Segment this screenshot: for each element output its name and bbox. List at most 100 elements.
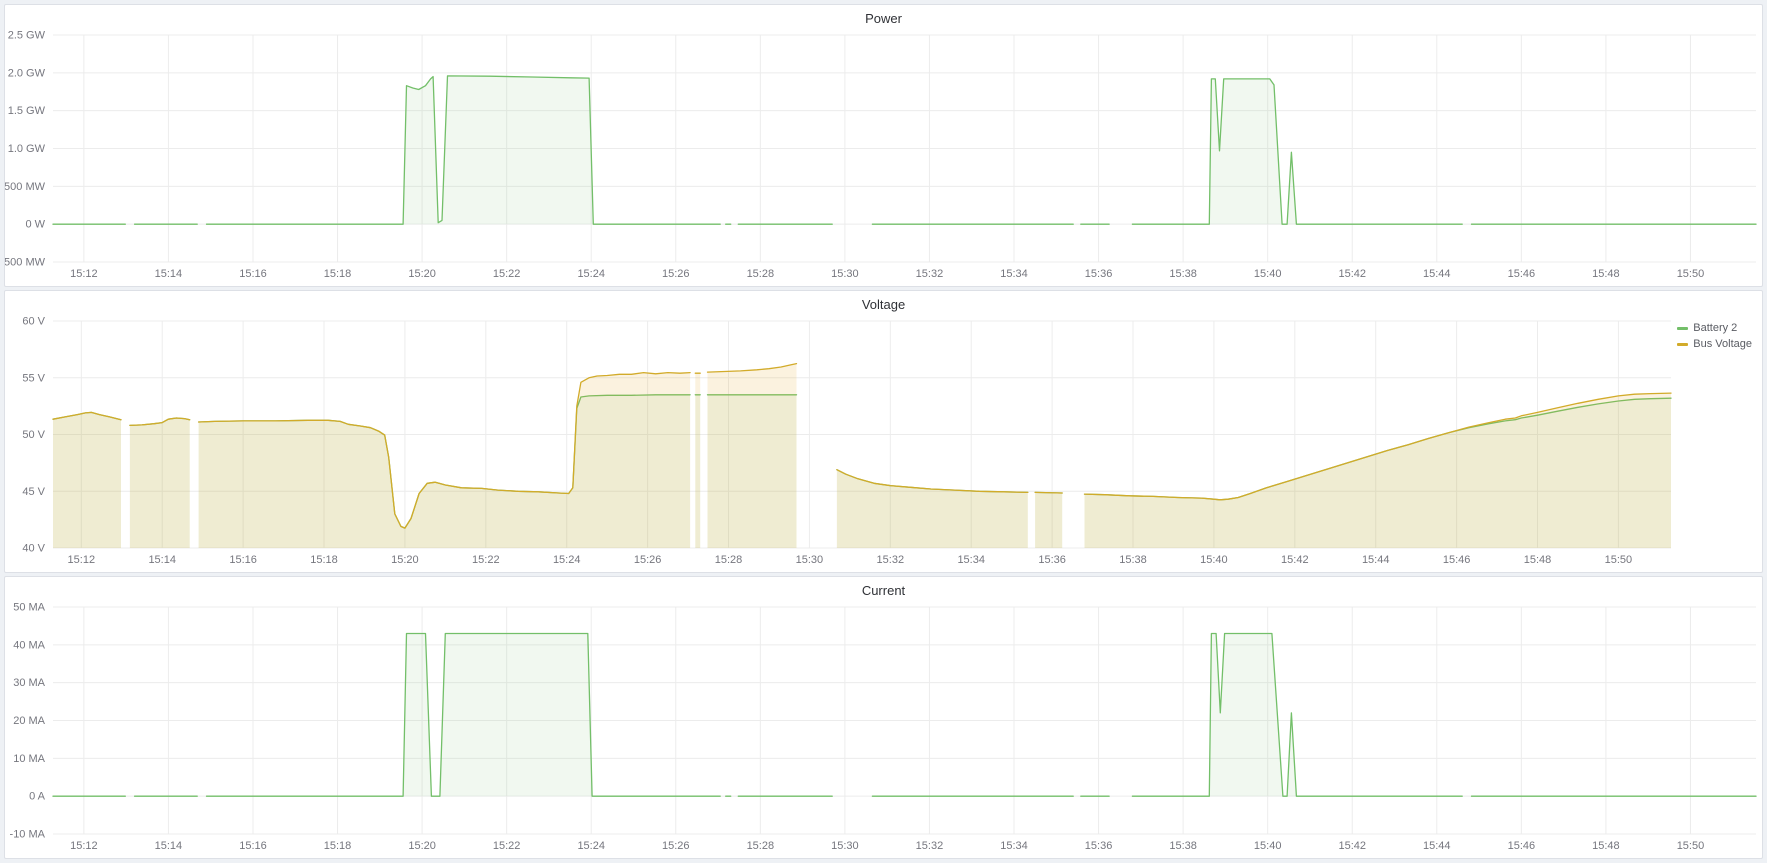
y-tick-label: 0 A bbox=[29, 791, 46, 803]
x-tick-label: 15:22 bbox=[493, 840, 521, 852]
power-area-fill bbox=[207, 76, 721, 224]
x-tick-label: 15:18 bbox=[324, 268, 352, 280]
x-tick-label: 15:34 bbox=[957, 554, 985, 566]
x-tick-label: 15:24 bbox=[577, 840, 605, 852]
x-tick-label: 15:44 bbox=[1362, 554, 1390, 566]
power-line bbox=[1132, 79, 1462, 224]
x-tick-label: 15:38 bbox=[1119, 554, 1147, 566]
x-tick-label: 15:20 bbox=[408, 840, 436, 852]
x-tick-label: 15:48 bbox=[1524, 554, 1552, 566]
x-tick-label: 15:26 bbox=[634, 554, 662, 566]
x-tick-label: 15:30 bbox=[831, 840, 859, 852]
x-tick-label: 15:28 bbox=[747, 840, 775, 852]
power-chart[interactable]: 2.5 GW2.0 GW1.5 GW1.0 GW500 MW0 W-500 MW… bbox=[5, 5, 1762, 286]
x-tick-label: 15:42 bbox=[1338, 840, 1366, 852]
y-tick-label: 10 MA bbox=[13, 753, 45, 765]
y-tick-label: 2.0 GW bbox=[8, 67, 46, 79]
bus-voltage-area-fill bbox=[1085, 393, 1672, 548]
y-tick-label: 20 MA bbox=[13, 715, 45, 727]
x-tick-label: 15:12 bbox=[70, 268, 98, 280]
x-tick-label: 15:50 bbox=[1605, 554, 1633, 566]
panel-current: Current 50 MA40 MA30 MA20 MA10 MA0 A-10 … bbox=[4, 576, 1763, 859]
current-area-fill bbox=[1132, 634, 1462, 797]
x-tick-label: 15:24 bbox=[577, 268, 605, 280]
x-tick-label: 15:40 bbox=[1254, 840, 1282, 852]
x-tick-label: 15:44 bbox=[1423, 840, 1451, 852]
x-tick-label: 15:22 bbox=[472, 554, 500, 566]
y-tick-label: 1.5 GW bbox=[8, 105, 46, 117]
y-tick-label: -500 MW bbox=[5, 257, 46, 269]
current-area-fill bbox=[207, 634, 721, 797]
x-tick-label: 15:40 bbox=[1200, 554, 1228, 566]
y-tick-label: 50 MA bbox=[13, 602, 45, 614]
y-tick-label: 500 MW bbox=[5, 181, 46, 193]
x-tick-label: 15:32 bbox=[916, 268, 944, 280]
legend-label: Battery 2 bbox=[1693, 321, 1737, 335]
y-tick-label: 50 V bbox=[22, 429, 45, 441]
x-tick-label: 15:16 bbox=[229, 554, 257, 566]
panel-title-current[interactable]: Current bbox=[5, 582, 1762, 600]
voltage-chart[interactable]: 60 V55 V50 V45 V40 V15:1215:1415:1615:18… bbox=[5, 291, 1762, 572]
x-tick-label: 15:30 bbox=[796, 554, 824, 566]
x-tick-label: 15:42 bbox=[1338, 268, 1366, 280]
x-tick-label: 15:42 bbox=[1281, 554, 1309, 566]
current-chart[interactable]: 50 MA40 MA30 MA20 MA10 MA0 A-10 MA15:121… bbox=[5, 577, 1762, 858]
x-tick-label: 15:34 bbox=[1000, 268, 1028, 280]
x-tick-label: 15:50 bbox=[1677, 840, 1705, 852]
x-tick-label: 15:26 bbox=[662, 840, 690, 852]
bus-voltage-area-fill bbox=[708, 364, 797, 548]
x-tick-label: 15:22 bbox=[493, 268, 521, 280]
panel-title-voltage[interactable]: Voltage bbox=[5, 296, 1762, 314]
x-tick-label: 15:28 bbox=[747, 268, 775, 280]
panel-title-power[interactable]: Power bbox=[5, 10, 1762, 28]
x-tick-label: 15:26 bbox=[662, 268, 690, 280]
x-tick-label: 15:12 bbox=[68, 554, 96, 566]
x-tick-label: 15:36 bbox=[1038, 554, 1066, 566]
y-tick-label: 1.0 GW bbox=[8, 143, 46, 155]
x-tick-label: 15:24 bbox=[553, 554, 581, 566]
y-tick-label: 40 V bbox=[22, 543, 45, 555]
x-tick-label: 15:40 bbox=[1254, 268, 1282, 280]
power-area-fill bbox=[1132, 79, 1462, 224]
x-tick-label: 15:34 bbox=[1000, 840, 1028, 852]
y-tick-label: 2.5 GW bbox=[8, 30, 46, 42]
x-tick-label: 15:46 bbox=[1443, 554, 1471, 566]
x-tick-label: 15:44 bbox=[1423, 268, 1451, 280]
panel-voltage: Voltage Battery 2 Bus Voltage 60 V55 V50… bbox=[4, 290, 1763, 573]
bus-voltage-area-fill bbox=[53, 412, 121, 548]
bus-voltage-area-fill bbox=[130, 418, 190, 548]
x-tick-label: 15:38 bbox=[1169, 268, 1197, 280]
bus-voltage-line bbox=[1035, 492, 1062, 493]
x-tick-label: 15:50 bbox=[1677, 268, 1705, 280]
x-tick-label: 15:18 bbox=[310, 554, 338, 566]
legend-item-battery-2[interactable]: Battery 2 bbox=[1677, 321, 1752, 335]
bus-voltage-area-fill bbox=[199, 373, 690, 548]
x-tick-label: 15:46 bbox=[1508, 268, 1536, 280]
x-tick-label: 15:16 bbox=[239, 268, 267, 280]
x-tick-label: 15:20 bbox=[391, 554, 419, 566]
dashboard: Power 2.5 GW2.0 GW1.5 GW1.0 GW500 MW0 W-… bbox=[4, 4, 1763, 859]
bus-voltage-area-fill bbox=[1035, 492, 1062, 548]
x-tick-label: 15:28 bbox=[715, 554, 743, 566]
x-tick-label: 15:46 bbox=[1508, 840, 1536, 852]
y-tick-label: 45 V bbox=[22, 486, 45, 498]
x-tick-label: 15:20 bbox=[408, 268, 436, 280]
y-tick-label: -10 MA bbox=[10, 829, 46, 841]
x-tick-label: 15:12 bbox=[70, 840, 98, 852]
x-tick-label: 15:14 bbox=[155, 840, 183, 852]
legend: Battery 2 Bus Voltage bbox=[1677, 321, 1752, 351]
x-tick-label: 15:16 bbox=[239, 840, 267, 852]
x-tick-label: 15:36 bbox=[1085, 268, 1113, 280]
battery-2-series-swatch bbox=[1677, 327, 1688, 330]
x-tick-label: 15:48 bbox=[1592, 268, 1620, 280]
bus-voltage-series-swatch bbox=[1677, 343, 1688, 346]
x-tick-label: 15:32 bbox=[877, 554, 905, 566]
y-tick-label: 60 V bbox=[22, 316, 45, 328]
x-tick-label: 15:14 bbox=[148, 554, 176, 566]
panel-power: Power 2.5 GW2.0 GW1.5 GW1.0 GW500 MW0 W-… bbox=[4, 4, 1763, 287]
legend-label: Bus Voltage bbox=[1693, 337, 1752, 351]
x-tick-label: 15:32 bbox=[916, 840, 944, 852]
current-line bbox=[1132, 634, 1462, 797]
x-tick-label: 15:30 bbox=[831, 268, 859, 280]
legend-item-bus-voltage[interactable]: Bus Voltage bbox=[1677, 337, 1752, 351]
